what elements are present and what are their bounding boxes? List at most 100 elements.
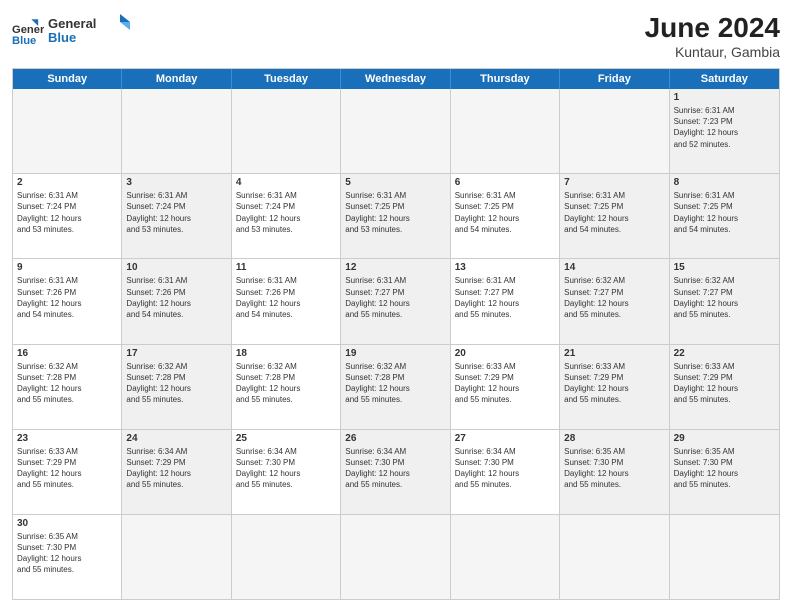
cell-info: Sunrise: 6:34 AM Sunset: 7:29 PM Dayligh… (126, 446, 226, 491)
day-number: 3 (126, 177, 226, 188)
cell-info: Sunrise: 6:32 AM Sunset: 7:28 PM Dayligh… (236, 361, 336, 406)
cell-info: Sunrise: 6:34 AM Sunset: 7:30 PM Dayligh… (236, 446, 336, 491)
day-headers: SundayMondayTuesdayWednesdayThursdayFrid… (13, 69, 779, 89)
day-cell: 5 Sunrise: 6:31 AM Sunset: 7:25 PM Daylig… (341, 174, 450, 258)
day-cell (341, 89, 450, 173)
week-row-1: 2Sunrise: 6:31 AM Sunset: 7:24 PM Daylig… (13, 173, 779, 258)
cell-info: Sunrise: 6:31 AM Sunset: 7:25 PM Dayligh… (674, 190, 775, 235)
day-number: 8 (674, 177, 775, 188)
cell-info: Sunrise: 6:35 AM Sunset: 7:30 PM Dayligh… (564, 446, 664, 491)
day-cell: 11Sunrise: 6:31 AM Sunset: 7:26 PM Dayli… (232, 259, 341, 343)
day-cell: 21 Sunrise: 6:33 AM Sunset: 7:29 PM Dayli… (560, 345, 669, 429)
day-cell: 22 Sunrise: 6:33 AM Sunset: 7:29 PM Dayli… (670, 345, 779, 429)
day-number: 12 (345, 262, 445, 273)
day-number: 26 (345, 433, 445, 444)
day-cell: 7 Sunrise: 6:31 AM Sunset: 7:25 PM Daylig… (560, 174, 669, 258)
svg-text:General: General (12, 24, 44, 36)
day-cell: 25 Sunrise: 6:34 AM Sunset: 7:30 PM Dayli… (232, 430, 341, 514)
day-header-tuesday: Tuesday (232, 69, 341, 89)
cell-info: Sunrise: 6:32 AM Sunset: 7:27 PM Dayligh… (564, 275, 664, 320)
week-row-0: 1 Sunrise: 6:31 AM Sunset: 7:23 PM Daylig… (13, 89, 779, 173)
day-number: 20 (455, 348, 555, 359)
cell-info: Sunrise: 6:31 AM Sunset: 7:25 PM Dayligh… (564, 190, 664, 235)
day-cell: 26 Sunrise: 6:34 AM Sunset: 7:30 PM Dayli… (341, 430, 450, 514)
day-cell: 14 Sunrise: 6:32 AM Sunset: 7:27 PM Dayli… (560, 259, 669, 343)
day-cell (122, 89, 231, 173)
logo-icon: General Blue (12, 17, 44, 49)
day-cell (560, 515, 669, 599)
day-number: 18 (236, 348, 336, 359)
cell-info: Sunrise: 6:32 AM Sunset: 7:27 PM Dayligh… (674, 275, 775, 320)
day-number: 7 (564, 177, 664, 188)
day-cell (451, 89, 560, 173)
cell-info: Sunrise: 6:31 AM Sunset: 7:24 PM Dayligh… (236, 190, 336, 235)
cell-info: Sunrise: 6:32 AM Sunset: 7:28 PM Dayligh… (17, 361, 117, 406)
day-number: 6 (455, 177, 555, 188)
cell-info: Sunrise: 6:33 AM Sunset: 7:29 PM Dayligh… (17, 446, 117, 491)
cell-info: Sunrise: 6:31 AM Sunset: 7:26 PM Dayligh… (126, 275, 226, 320)
logo-svg: General Blue (48, 12, 138, 48)
cell-info: Sunrise: 6:35 AM Sunset: 7:30 PM Dayligh… (17, 531, 117, 576)
day-number: 4 (236, 177, 336, 188)
day-number: 17 (126, 348, 226, 359)
day-cell (122, 515, 231, 599)
cell-info: Sunrise: 6:31 AM Sunset: 7:25 PM Dayligh… (345, 190, 445, 235)
day-cell: 9Sunrise: 6:31 AM Sunset: 7:26 PM Daylig… (13, 259, 122, 343)
day-number: 15 (674, 262, 775, 273)
cell-info: Sunrise: 6:34 AM Sunset: 7:30 PM Dayligh… (345, 446, 445, 491)
day-cell: 27 Sunrise: 6:34 AM Sunset: 7:30 PM Dayli… (451, 430, 560, 514)
day-cell (232, 89, 341, 173)
day-cell: 13 Sunrise: 6:31 AM Sunset: 7:27 PM Dayli… (451, 259, 560, 343)
page-header: General Blue General Blue June 2024 Kunt… (12, 12, 780, 60)
day-cell: 20Sunrise: 6:33 AM Sunset: 7:29 PM Dayli… (451, 345, 560, 429)
svg-text:General: General (48, 16, 96, 31)
day-cell: 18 Sunrise: 6:32 AM Sunset: 7:28 PM Dayli… (232, 345, 341, 429)
day-header-wednesday: Wednesday (341, 69, 450, 89)
week-row-3: 16 Sunrise: 6:32 AM Sunset: 7:28 PM Dayli… (13, 344, 779, 429)
day-cell: 3Sunrise: 6:31 AM Sunset: 7:24 PM Daylig… (122, 174, 231, 258)
day-number: 19 (345, 348, 445, 359)
day-number: 21 (564, 348, 664, 359)
day-header-friday: Friday (560, 69, 669, 89)
day-number: 23 (17, 433, 117, 444)
day-cell: 10Sunrise: 6:31 AM Sunset: 7:26 PM Dayli… (122, 259, 231, 343)
day-number: 9 (17, 262, 117, 273)
day-cell: 12 Sunrise: 6:31 AM Sunset: 7:27 PM Dayli… (341, 259, 450, 343)
day-number: 24 (126, 433, 226, 444)
day-number: 1 (674, 92, 775, 103)
day-cell: 8 Sunrise: 6:31 AM Sunset: 7:25 PM Daylig… (670, 174, 779, 258)
cell-info: Sunrise: 6:31 AM Sunset: 7:23 PM Dayligh… (674, 105, 775, 150)
cell-info: Sunrise: 6:34 AM Sunset: 7:30 PM Dayligh… (455, 446, 555, 491)
week-row-4: 23 Sunrise: 6:33 AM Sunset: 7:29 PM Dayli… (13, 429, 779, 514)
day-cell: 2Sunrise: 6:31 AM Sunset: 7:24 PM Daylig… (13, 174, 122, 258)
day-number: 16 (17, 348, 117, 359)
calendar: SundayMondayTuesdayWednesdayThursdayFrid… (12, 68, 780, 600)
day-header-thursday: Thursday (451, 69, 560, 89)
month-year: June 2024 (645, 12, 780, 44)
cell-info: Sunrise: 6:33 AM Sunset: 7:29 PM Dayligh… (674, 361, 775, 406)
day-number: 27 (455, 433, 555, 444)
day-number: 14 (564, 262, 664, 273)
day-number: 11 (236, 262, 336, 273)
svg-text:Blue: Blue (48, 30, 76, 45)
cell-info: Sunrise: 6:32 AM Sunset: 7:28 PM Dayligh… (345, 361, 445, 406)
day-cell (451, 515, 560, 599)
day-cell: 4 Sunrise: 6:31 AM Sunset: 7:24 PM Daylig… (232, 174, 341, 258)
day-cell: 29Sunrise: 6:35 AM Sunset: 7:30 PM Dayli… (670, 430, 779, 514)
day-cell (341, 515, 450, 599)
location: Kuntaur, Gambia (645, 44, 780, 60)
calendar-body: 1 Sunrise: 6:31 AM Sunset: 7:23 PM Daylig… (13, 89, 779, 599)
day-number: 13 (455, 262, 555, 273)
cell-info: Sunrise: 6:33 AM Sunset: 7:29 PM Dayligh… (564, 361, 664, 406)
cell-info: Sunrise: 6:31 AM Sunset: 7:27 PM Dayligh… (455, 275, 555, 320)
cell-info: Sunrise: 6:31 AM Sunset: 7:27 PM Dayligh… (345, 275, 445, 320)
day-cell: 16 Sunrise: 6:32 AM Sunset: 7:28 PM Dayli… (13, 345, 122, 429)
logo: General Blue General Blue (12, 12, 138, 53)
day-number: 5 (345, 177, 445, 188)
week-row-5: 30Sunrise: 6:35 AM Sunset: 7:30 PM Dayli… (13, 514, 779, 599)
day-cell: 1 Sunrise: 6:31 AM Sunset: 7:23 PM Daylig… (670, 89, 779, 173)
day-number: 25 (236, 433, 336, 444)
day-cell (232, 515, 341, 599)
day-number: 22 (674, 348, 775, 359)
day-cell: 24 Sunrise: 6:34 AM Sunset: 7:29 PM Dayli… (122, 430, 231, 514)
